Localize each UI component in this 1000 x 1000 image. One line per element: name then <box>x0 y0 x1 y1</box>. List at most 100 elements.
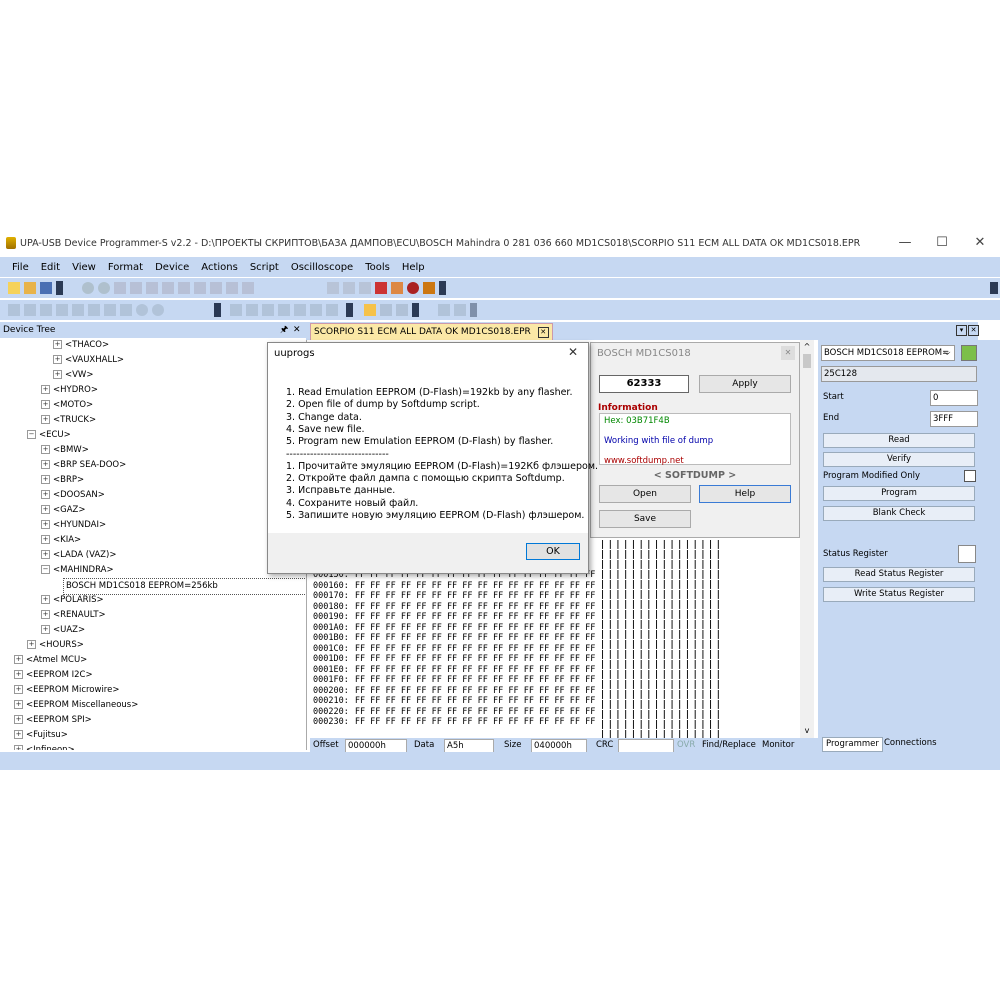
tree-node[interactable]: + <VW> <box>53 368 93 383</box>
tree-node[interactable]: + <EEPROM Miscellaneous> <box>14 698 138 713</box>
expand-icon[interactable]: + <box>41 610 50 619</box>
tree-node[interactable]: + <Atmel MCU> <box>14 653 87 668</box>
find-icon[interactable] <box>178 282 190 294</box>
tree-node[interactable]: + <EEPROM SPI> <box>14 713 92 728</box>
menu-file[interactable]: File <box>6 262 35 273</box>
expand-icon[interactable]: + <box>14 715 23 724</box>
scroll-down-icon[interactable]: v <box>802 726 812 735</box>
maximize-button[interactable]: ☐ <box>927 234 957 252</box>
stop-script-icon[interactable] <box>454 304 466 316</box>
grid-icon[interactable] <box>396 304 408 316</box>
swap-icon[interactable] <box>56 304 68 316</box>
view5-icon[interactable] <box>294 304 306 316</box>
apply-button[interactable]: Apply <box>699 375 791 393</box>
pins-icon[interactable] <box>359 282 371 294</box>
bug-icon[interactable] <box>407 282 419 294</box>
tree-node[interactable]: + <Fujitsu> <box>14 728 68 743</box>
scroll-up-icon[interactable]: ^ <box>802 342 812 351</box>
find-replace-button[interactable]: Find/Replace <box>702 738 756 752</box>
view7-icon[interactable] <box>326 304 338 316</box>
expand-icon[interactable]: + <box>41 460 50 469</box>
tree-node[interactable]: + <UAZ> <box>41 623 85 638</box>
pin-icon[interactable]: 🖈 <box>280 322 288 338</box>
save-icon[interactable] <box>40 282 52 294</box>
tree-node[interactable]: + <LADA (VAZ)> <box>41 548 116 563</box>
tree-node[interactable]: + <DOOSAN> <box>41 488 105 503</box>
chip-icon[interactable] <box>327 282 339 294</box>
select-icon[interactable] <box>364 304 376 316</box>
device-select[interactable]: BOSCH MD1CS018 EEPROM= ⌵ <box>821 345 955 361</box>
hex-row[interactable]: 0001C0: FF FF FF FF FF FF FF FF FF FF FF … <box>313 644 595 654</box>
tree-node[interactable]: + <POLARIS> <box>41 593 104 608</box>
toolbar-grip[interactable] <box>56 281 63 295</box>
menu-script[interactable]: Script <box>244 262 285 273</box>
editor-dropdown-icon[interactable]: ▾ <box>956 325 967 336</box>
zoom-icon[interactable] <box>380 304 392 316</box>
start-input[interactable]: 0 <box>930 390 978 406</box>
menu-format[interactable]: Format <box>102 262 149 273</box>
softdump-close-icon[interactable]: ✕ <box>781 346 795 360</box>
expand-icon[interactable]: + <box>41 415 50 424</box>
view3-icon[interactable] <box>262 304 274 316</box>
oscilloscope-icon[interactable] <box>423 282 435 294</box>
expand-icon[interactable]: + <box>41 445 50 454</box>
redo-icon[interactable] <box>24 304 36 316</box>
expand-icon[interactable]: + <box>14 655 23 664</box>
forward-icon[interactable] <box>98 282 110 294</box>
expand-icon[interactable]: + <box>41 595 50 604</box>
paste-icon[interactable] <box>146 282 158 294</box>
tree-node[interactable]: + <BMW> <box>41 443 89 458</box>
expand-icon[interactable]: + <box>53 355 62 364</box>
hex-row[interactable]: 000220: FF FF FF FF FF FF FF FF FF FF FF … <box>313 707 595 717</box>
open-icon[interactable] <box>24 282 36 294</box>
goto-icon[interactable] <box>210 282 222 294</box>
view4-icon[interactable] <box>278 304 290 316</box>
tree-node[interactable]: + <HYUNDAI> <box>41 518 106 533</box>
read-button[interactable]: Read <box>823 433 975 448</box>
view2-icon[interactable] <box>246 304 258 316</box>
delete-icon[interactable] <box>162 282 174 294</box>
toolbar-grip[interactable] <box>214 303 221 317</box>
compare-icon[interactable] <box>226 282 238 294</box>
editor-close-icon[interactable]: ✕ <box>968 325 979 336</box>
first-icon[interactable] <box>72 304 84 316</box>
tree-node[interactable]: + <Infineon> <box>14 743 75 750</box>
expand-icon[interactable]: + <box>27 640 36 649</box>
hex-row[interactable]: 000180: FF FF FF FF FF FF FF FF FF FF FF … <box>313 602 595 612</box>
hex-row[interactable]: 0001D0: FF FF FF FF FF FF FF FF FF FF FF … <box>313 654 595 664</box>
hex-row[interactable]: 0001A0: FF FF FF FF FF FF FF FF FF FF FF … <box>313 623 595 633</box>
hex-row[interactable]: 0001E0: FF FF FF FF FF FF FF FF FF FF FF … <box>313 665 595 675</box>
tree-node[interactable]: + <EEPROM I2C> <box>14 668 93 683</box>
tree-node[interactable]: + <HOURS> <box>27 638 84 653</box>
tree-node[interactable]: + <EEPROM Microwire> <box>14 683 119 698</box>
undo-icon[interactable] <box>8 304 20 316</box>
expand-icon[interactable]: + <box>41 535 50 544</box>
tree-node[interactable]: + <VAUXHALL> <box>53 353 124 368</box>
script-icon[interactable] <box>391 282 403 294</box>
prev-icon[interactable] <box>88 304 100 316</box>
read-status-register-button[interactable]: Read Status Register <box>823 567 975 582</box>
cut-icon[interactable] <box>114 282 126 294</box>
collapse-icon[interactable]: − <box>41 565 50 574</box>
expand-icon[interactable]: + <box>14 685 23 694</box>
menu-help[interactable]: Help <box>396 262 431 273</box>
expand-icon[interactable]: + <box>53 370 62 379</box>
hex-row[interactable]: 000200: FF FF FF FF FF FF FF FF FF FF FF … <box>313 686 595 696</box>
hex-row[interactable]: 000190: FF FF FF FF FF FF FF FF FF FF FF … <box>313 612 595 622</box>
expand-icon[interactable]: + <box>53 340 62 349</box>
play-icon[interactable] <box>438 304 450 316</box>
expand-icon[interactable]: + <box>41 400 50 409</box>
scroll-thumb[interactable] <box>803 354 811 368</box>
verify-button[interactable]: Verify <box>823 452 975 467</box>
hex-row[interactable]: 000160: FF FF FF FF FF FF FF FF FF FF FF … <box>313 581 595 591</box>
program-button[interactable]: Program <box>823 486 975 501</box>
document-tab-close-icon[interactable]: ✕ <box>537 327 549 338</box>
menu-view[interactable]: View <box>66 262 102 273</box>
toolbar-grip[interactable] <box>412 303 419 317</box>
expand-icon[interactable]: + <box>41 385 50 394</box>
tree-node[interactable]: + <HYDRO> <box>41 383 98 398</box>
tree-node[interactable]: + <THACO> <box>53 338 109 353</box>
expand-icon[interactable]: + <box>14 670 23 679</box>
tree-node[interactable]: + <MOTO> <box>41 398 93 413</box>
expand-icon[interactable]: + <box>41 505 50 514</box>
